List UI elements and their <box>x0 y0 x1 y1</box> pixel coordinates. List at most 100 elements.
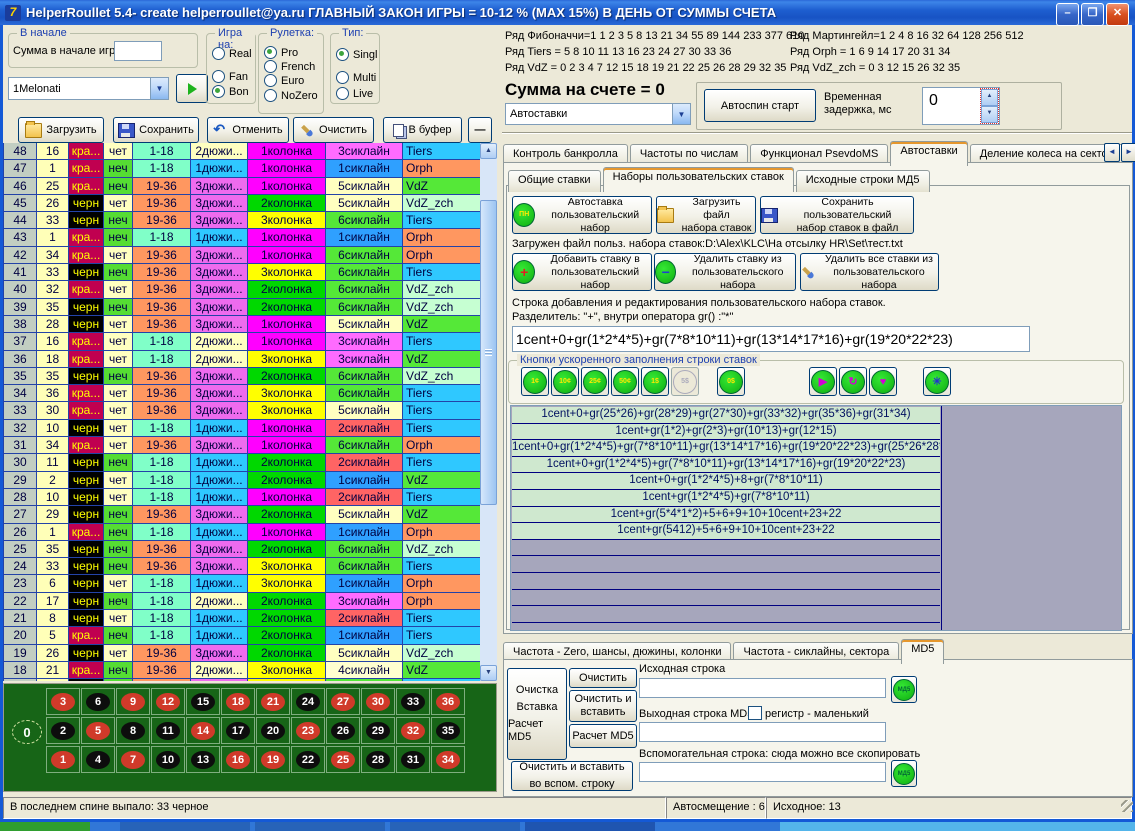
tab-md5[interactable]: MD5 <box>901 639 944 664</box>
task-button[interactable] <box>255 822 385 831</box>
subtab-общие-ставки[interactable]: Общие ставки <box>508 170 601 192</box>
start-button[interactable] <box>0 822 90 831</box>
board-cell-29[interactable]: 29 <box>361 717 395 744</box>
tab-scroll-right-icon[interactable]: ► <box>1121 143 1135 162</box>
table-row[interactable]: 4625кра...неч19-363дюжи...1колонка5сикла… <box>4 178 481 195</box>
tab-scroll-left-icon[interactable]: ◄ <box>1104 143 1120 162</box>
table-row[interactable]: 3618кра...чет1-182дюжи...3колонка3сиклай… <box>4 351 481 368</box>
star-chip-button[interactable]: ✳ <box>923 367 951 396</box>
autobet-button[interactable]: −Удалить ставку изпользовательского набо… <box>654 253 796 291</box>
board-cell-22[interactable]: 22 <box>291 746 325 773</box>
table-row[interactable]: 2535черннеч19-363дюжи...2колонка6сиклайн… <box>4 541 481 558</box>
table-row[interactable]: 261кра...неч1-181дюжи...1колонка1сиклайн… <box>4 524 481 541</box>
action-chip-button[interactable]: ↻ <box>839 367 867 396</box>
grid-empty-row[interactable] <box>512 590 940 607</box>
board-cell-9[interactable]: 9 <box>116 688 150 715</box>
resize-grip[interactable] <box>1121 800 1133 812</box>
table-row[interactable]: 3535черннеч19-363дюжи...2колонка6сиклайн… <box>4 368 481 385</box>
autobet-button[interactable]: Удалить все ставки изпользовательского н… <box>800 253 939 291</box>
grid-row[interactable]: 1cent+0+gr(25*26)+gr(28*29)+gr(27*30)+gr… <box>512 407 940 424</box>
chevron-down-icon[interactable]: ▼ <box>150 78 168 99</box>
buffer-button[interactable]: В буфер <box>383 117 462 143</box>
board-cell-11[interactable]: 11 <box>151 717 185 744</box>
radio-game-bon[interactable]: Bon <box>212 85 249 98</box>
grid-row[interactable]: 1cent+gr(5*4*1*2)+5+6+9+10+10cent+23+22 <box>512 507 940 524</box>
preset-combo[interactable]: 1Melonati ▼ <box>8 77 169 100</box>
subtab-наборы-пользовательских-ставок[interactable]: Наборы пользовательских ставок <box>603 167 794 192</box>
board-zero-cell[interactable]: 0 <box>10 717 44 747</box>
board-cell-8[interactable]: 8 <box>116 717 150 744</box>
table-row[interactable]: 471кра...неч1-181дюжи...1колонка1сиклайн… <box>4 160 481 177</box>
table-row[interactable]: 205кра...неч1-181дюжи...2колонка1сиклайн… <box>4 627 481 644</box>
autobet-button[interactable]: Загрузить файлнабора ставок <box>656 196 756 234</box>
board-cell-7[interactable]: 7 <box>116 746 150 773</box>
table-row[interactable]: 2433черннеч19-363дюжи...3колонка6сиклайн… <box>4 558 481 575</box>
run-preset-button[interactable] <box>176 74 208 103</box>
md5-calc-button[interactable]: Расчет MD5 <box>569 724 637 748</box>
md5-aux-input[interactable] <box>639 762 886 782</box>
chip-0d-button[interactable]: 0$ <box>717 367 745 396</box>
grid-empty-row[interactable] <box>512 556 940 573</box>
board-cell-15[interactable]: 15 <box>186 688 220 715</box>
history-scrollbar[interactable]: ▲ ▼ <box>480 143 497 681</box>
board-cell-33[interactable]: 33 <box>396 688 430 715</box>
radio-game-real[interactable]: Real <box>212 47 252 60</box>
chip-1c-button[interactable]: 1¢ <box>521 367 549 396</box>
table-row[interactable]: 4526чернчет19-363дюжи...2колонка5сиклайн… <box>4 195 481 212</box>
table-row[interactable]: 1733черннеч19-363дюжи...3колонка6сиклайн… <box>4 679 481 681</box>
autospin-start-button[interactable]: Автоспин старт <box>704 89 816 122</box>
md5-calc-aux-button[interactable]: МД5 <box>891 760 917 787</box>
clear-button[interactable]: Очистить <box>293 117 374 143</box>
table-row[interactable]: 3210чернчет1-181дюжи...1колонка2сиклайнT… <box>4 420 481 437</box>
md5-big-button[interactable]: ОчисткаВставкаРасчет MD5 <box>507 668 567 760</box>
radio-type-multi[interactable]: Multi <box>336 71 376 84</box>
lowercase-checkbox[interactable] <box>748 706 762 720</box>
radio-type-live[interactable]: Live <box>336 87 373 100</box>
board-cell-32[interactable]: 32 <box>396 717 430 744</box>
board-cell-26[interactable]: 26 <box>326 717 360 744</box>
save-button[interactable]: Сохранить <box>113 117 199 143</box>
board-cell-23[interactable]: 23 <box>291 717 325 744</box>
task-button[interactable] <box>390 822 520 831</box>
table-row[interactable]: 3436кра...чет19-363дюжи...3колонка6сикла… <box>4 385 481 402</box>
table-row[interactable]: 1821кра...неч19-362дюжи...3колонка4сикла… <box>4 662 481 679</box>
grid-row[interactable]: 1cent+gr(1*2)+gr(2*3)+gr(10*13)+gr(12*15… <box>512 424 940 441</box>
board-cell-20[interactable]: 20 <box>256 717 290 744</box>
board-cell-17[interactable]: 17 <box>221 717 255 744</box>
start-sum-input[interactable] <box>114 41 162 61</box>
board-cell-35[interactable]: 35 <box>431 717 465 744</box>
md5-clear-button[interactable]: Очистить <box>569 668 637 688</box>
board-cell-16[interactable]: 16 <box>221 746 255 773</box>
spin-up-icon[interactable]: ▲ <box>981 89 998 106</box>
table-row[interactable]: 431кра...неч1-181дюжи...1колонка1сиклайн… <box>4 229 481 246</box>
board-cell-3[interactable]: 3 <box>46 688 80 715</box>
board-cell-14[interactable]: 14 <box>186 717 220 744</box>
table-row[interactable]: 3828чернчет19-363дюжи...1колонка5сиклайн… <box>4 316 481 333</box>
board-cell-25[interactable]: 25 <box>326 746 360 773</box>
radio-game-fan[interactable]: Fan <box>212 70 248 83</box>
table-row[interactable]: 3011черннеч1-181дюжи...2колонка2сиклайнT… <box>4 454 481 471</box>
action-chip-button[interactable]: ♥ <box>869 367 897 396</box>
board-cell-24[interactable]: 24 <box>291 688 325 715</box>
radio-roulette-french[interactable]: French <box>264 60 315 73</box>
board-cell-1[interactable]: 1 <box>46 746 80 773</box>
board-cell-27[interactable]: 27 <box>326 688 360 715</box>
subtab-исходные-строки-мд5[interactable]: Исходные строки МД5 <box>796 170 930 192</box>
board-cell-34[interactable]: 34 <box>431 746 465 773</box>
board-cell-10[interactable]: 10 <box>151 746 185 773</box>
grid-row[interactable]: 1cent+0+gr(1*2*4*5)+gr(7*8*10*11)+gr(13*… <box>512 457 940 474</box>
task-button[interactable] <box>120 822 250 831</box>
radio-roulette-pro[interactable]: Pro <box>264 46 298 59</box>
md5-clear-paste-button[interactable]: Очистить и вставить <box>569 690 637 722</box>
task-button-active[interactable] <box>525 822 655 831</box>
table-row[interactable]: 3716кра...чет1-182дюжи...1колонка3сиклай… <box>4 333 481 350</box>
tab-автоставки[interactable]: Автоставки <box>890 141 967 166</box>
autobet-button[interactable]: Сохранить пользовательскийнабор ставок в… <box>760 196 914 234</box>
board-cell-28[interactable]: 28 <box>361 746 395 773</box>
undo-button[interactable]: Отменить <box>207 117 289 143</box>
board-cell-12[interactable]: 12 <box>151 688 185 715</box>
md5-out-input[interactable] <box>639 722 886 742</box>
table-row[interactable]: 292чернчет1-181дюжи...2колонка1сиклайнVd… <box>4 472 481 489</box>
board-cell-30[interactable]: 30 <box>361 688 395 715</box>
chip-25c-button[interactable]: 25¢ <box>581 367 609 396</box>
